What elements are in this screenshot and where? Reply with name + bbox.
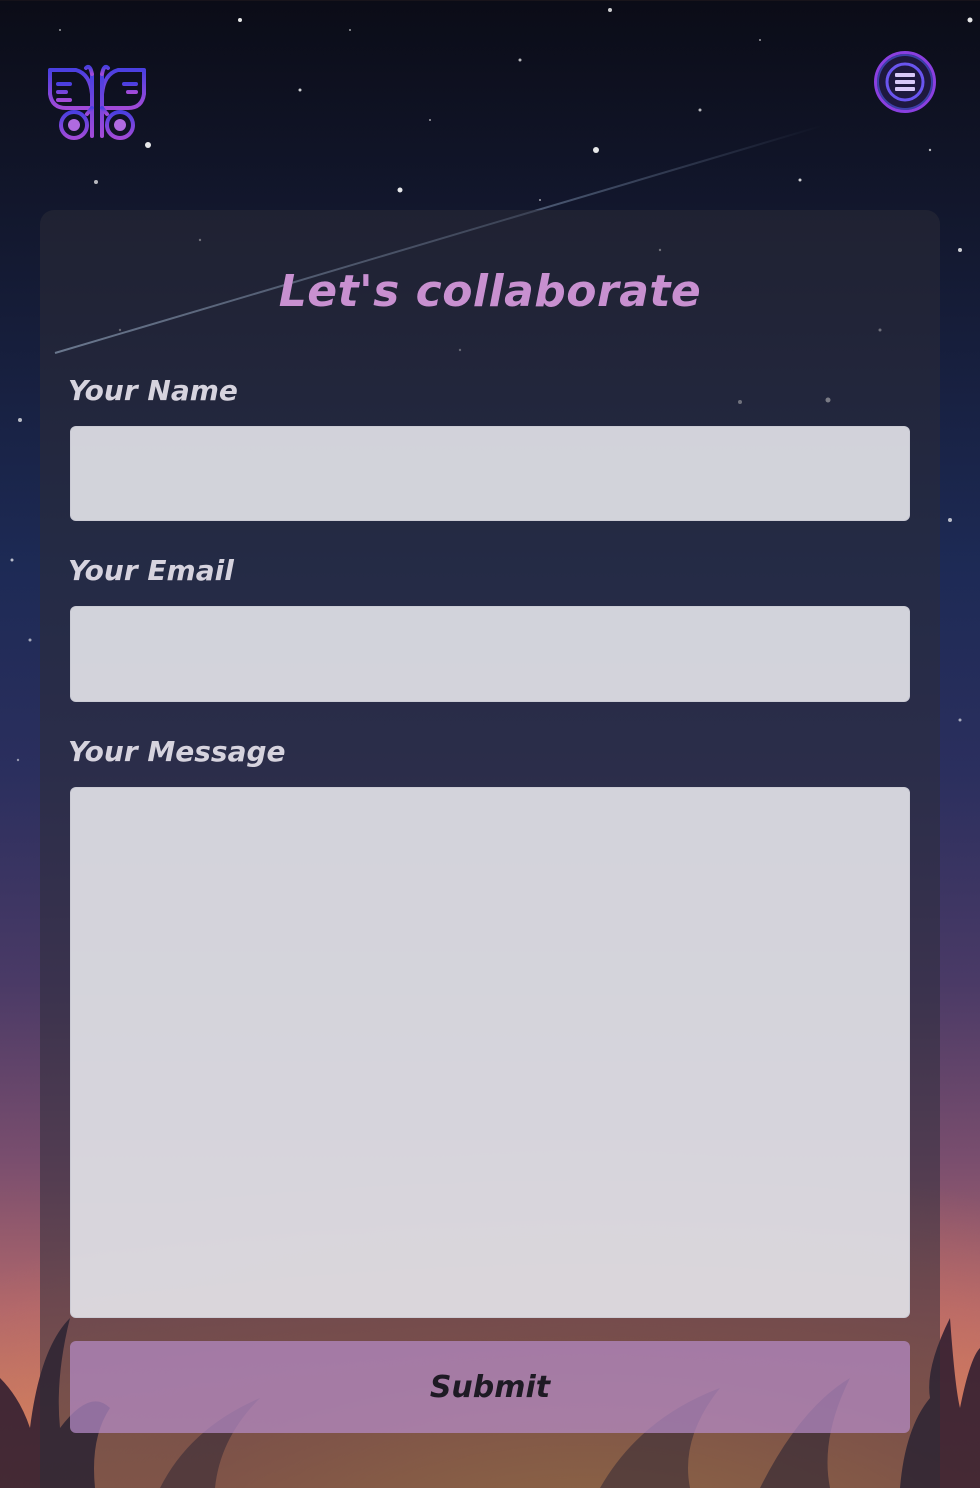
butterfly-icon: [48, 64, 146, 140]
message-label: Your Message: [68, 735, 286, 768]
message-textarea[interactable]: [70, 787, 910, 1318]
name-label: Your Name: [68, 374, 238, 407]
submit-button[interactable]: Submit: [70, 1341, 910, 1433]
hamburger-menu-icon: [885, 62, 925, 102]
form-title: Let's collaborate: [278, 266, 702, 317]
menu-button[interactable]: [874, 51, 936, 113]
logo[interactable]: [46, 64, 148, 146]
name-input[interactable]: [70, 426, 910, 521]
email-label: Your Email: [68, 554, 234, 587]
email-input[interactable]: [70, 606, 910, 702]
